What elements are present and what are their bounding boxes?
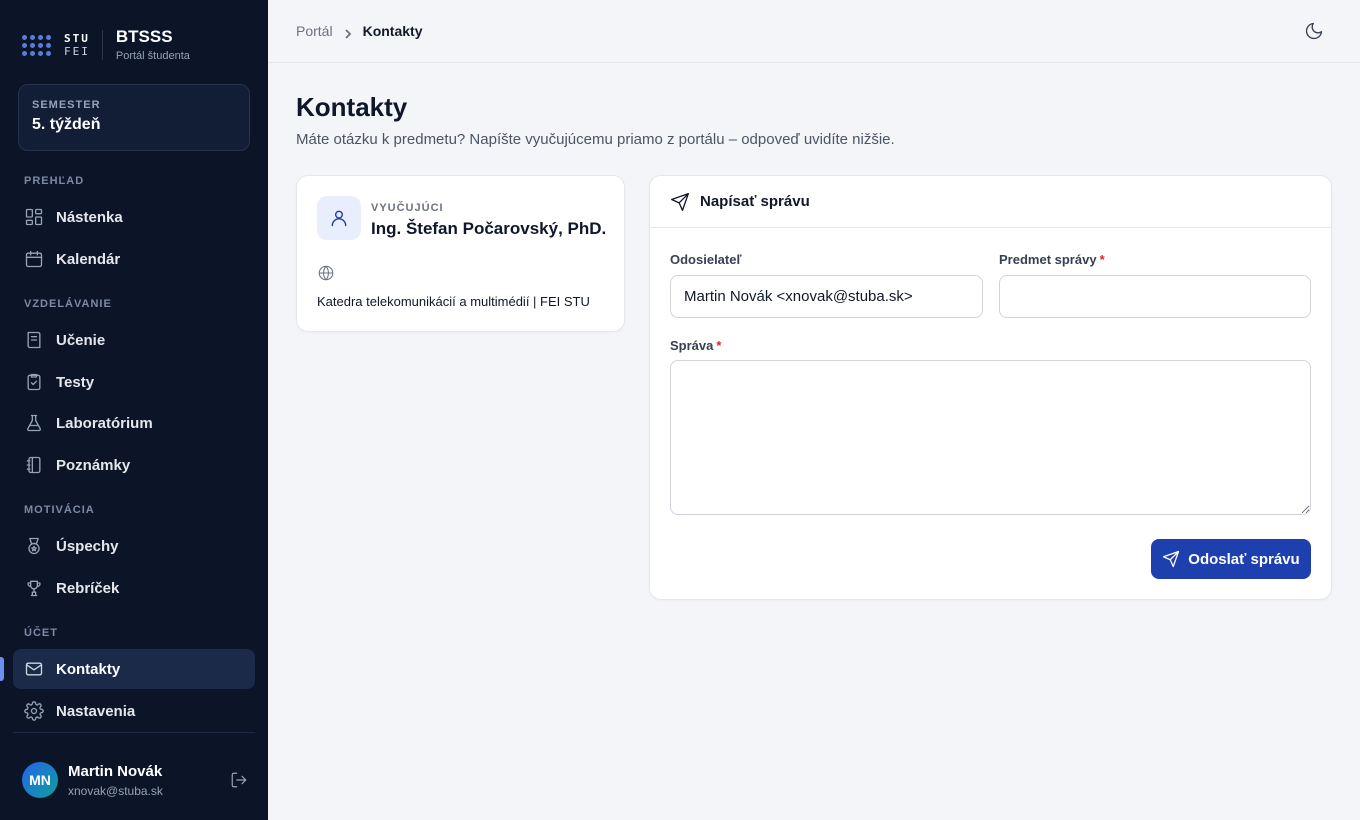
brand-logo[interactable]: STU FEI BTSSS Portál študenta: [22, 28, 190, 62]
globe-icon: [317, 264, 335, 282]
sidebar-item-achievements[interactable]: Úspechy: [13, 526, 255, 566]
brand-subtitle: Portál študenta: [115, 50, 190, 62]
medal-icon: [28, 537, 40, 555]
sidebar-item-contacts[interactable]: Kontakty: [13, 649, 255, 689]
brand-title: BTSSS: [115, 27, 173, 46]
sidebar-item-label: Rebríček: [56, 579, 120, 597]
nav-section-education: VZDELÁVANIE: [24, 298, 112, 310]
sidebar-item-label: Nastavenia: [56, 702, 136, 720]
sidebar-item-label: Laboratórium: [56, 414, 153, 432]
breadcrumb-current: Kontakty: [362, 23, 423, 39]
avatar[interactable]: MN: [22, 762, 58, 798]
breadcrumb-portal-link[interactable]: Portál: [296, 23, 333, 39]
message-textarea[interactable]: [670, 360, 1311, 515]
sidebar-item-tests[interactable]: Testy: [13, 362, 255, 402]
clipboard-check-icon: [27, 373, 41, 391]
active-indicator: [0, 657, 4, 681]
nav-section-motivation: MOTIVÁCIA: [24, 504, 95, 516]
mail-icon: [25, 662, 43, 676]
compose-message-card: Napísať správu Odosielateľ Predmet správ…: [649, 175, 1332, 600]
user-icon: [331, 210, 347, 227]
sidebar-item-label: Poznámky: [56, 456, 131, 474]
sidebar-item-dashboard[interactable]: Nástenka: [13, 197, 255, 237]
sidebar-item-label: Úspechy: [56, 537, 119, 555]
user-email: xnovak@stuba.sk: [68, 783, 163, 798]
top-bar: Portál Kontakty: [268, 0, 1360, 63]
nav-section-account: ÚČET: [24, 627, 58, 639]
sender-label: Odosielateľ: [670, 252, 742, 267]
logout-icon: [231, 772, 247, 788]
book-icon: [27, 331, 41, 349]
send-message-button[interactable]: Odoslať správu: [1151, 539, 1311, 579]
sidebar-item-leaderboard[interactable]: Rebríček: [13, 568, 255, 608]
sidebar-item-laboratory[interactable]: Laboratórium: [13, 403, 255, 443]
semester-week: 5. týždeň: [32, 116, 101, 133]
calendar-icon: [25, 250, 43, 268]
moon-icon: [1305, 22, 1323, 40]
compose-title: Napísať správu: [700, 193, 810, 210]
trophy-icon: [27, 580, 41, 597]
stu-dots-logo-icon: [22, 34, 54, 56]
sidebar: STU FEI BTSSS Portál študenta SEMESTER 5…: [0, 0, 268, 820]
stu-fei-logo: STU FEI: [64, 32, 90, 58]
teacher-card: VYUČUJÚCI Ing. Štefan Počarovský, PhD. K…: [296, 175, 625, 332]
notebook-icon: [26, 456, 41, 474]
user-name: Martin Novák: [68, 762, 163, 780]
page-title: Kontakty: [296, 92, 408, 122]
compose-header: Napísať správu: [650, 176, 1331, 228]
required-mark: *: [1099, 252, 1105, 267]
dashboard-icon: [25, 208, 43, 226]
sidebar-item-settings[interactable]: Nastavenia: [13, 691, 255, 731]
sidebar-item-notes[interactable]: Poznámky: [13, 445, 255, 485]
send-button-label: Odoslať správu: [1188, 550, 1300, 568]
breadcrumb: Portál Kontakty: [296, 23, 422, 39]
user-profile: MN Martin Novák xnovak@stuba.sk: [22, 760, 252, 800]
sidebar-item-label: Testy: [56, 373, 95, 391]
page-description: Máte otázku k predmetu? Napíšte vyučujúc…: [296, 131, 895, 148]
send-icon: [671, 192, 689, 211]
teacher-department: Katedra telekomunikácií a multimédií | F…: [317, 294, 590, 309]
logout-button[interactable]: [230, 771, 248, 789]
nav-section-overview: PREHĽAD: [24, 175, 85, 187]
sidebar-item-learning[interactable]: Učenie: [13, 320, 255, 360]
sidebar-divider: [13, 732, 255, 733]
teacher-avatar: [317, 196, 361, 240]
required-mark: *: [716, 338, 722, 353]
sidebar-item-label: Učenie: [56, 331, 106, 349]
send-icon: [1163, 550, 1180, 568]
chevron-right-icon: [343, 26, 353, 39]
semester-card: SEMESTER 5. týždeň: [18, 84, 250, 151]
semester-label: SEMESTER: [32, 99, 101, 111]
sidebar-item-label: Kalendár: [56, 250, 121, 268]
subject-label: Predmet správy *: [999, 252, 1105, 267]
brand-divider: [101, 30, 103, 60]
sidebar-item-label: Kontakty: [56, 660, 121, 678]
sidebar-item-label: Nástenka: [56, 208, 123, 226]
subject-input[interactable]: [999, 275, 1311, 318]
message-label: Správa *: [670, 338, 722, 353]
teacher-name: Ing. Štefan Počarovský, PhD.: [371, 219, 607, 238]
teacher-role: VYUČUJÚCI: [371, 202, 444, 214]
theme-toggle-button[interactable]: [1304, 21, 1324, 41]
sender-field[interactable]: [670, 275, 983, 318]
sidebar-item-calendar[interactable]: Kalendár: [13, 239, 255, 279]
flask-icon: [27, 414, 41, 432]
gear-icon: [24, 701, 44, 721]
